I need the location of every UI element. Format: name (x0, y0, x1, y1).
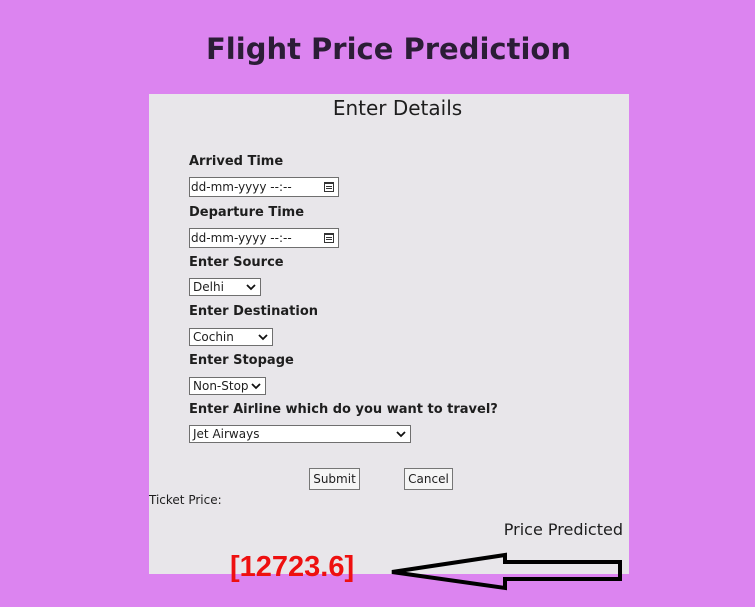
destination-value: Cochin (193, 330, 234, 344)
airline-value: Jet Airways (193, 427, 260, 441)
source-label: Enter Source (189, 255, 284, 270)
departure-time-placeholder: dd-mm-yyyy --:-- (191, 231, 292, 245)
price-predicted-label: Price Predicted (503, 520, 623, 539)
arrived-time-input[interactable]: dd-mm-yyyy --:-- (189, 177, 339, 197)
departure-time-label: Departure Time (189, 205, 305, 220)
chevron-down-icon (251, 383, 261, 390)
stopage-select[interactable]: Non-Stop (189, 377, 266, 395)
chevron-down-icon (246, 284, 256, 291)
airline-label: Enter Airline which do you want to trave… (189, 402, 498, 417)
airline-select[interactable]: Jet Airways (189, 425, 411, 443)
stopage-label: Enter Stopage (189, 353, 294, 368)
chevron-down-icon (396, 431, 406, 438)
cancel-button[interactable]: Cancel (404, 468, 453, 490)
arrow-left-icon (391, 552, 622, 591)
predicted-price-value: [12723.6] (230, 551, 355, 583)
arrived-time-placeholder: dd-mm-yyyy --:-- (191, 180, 292, 194)
ticket-price-label: Ticket Price: (149, 493, 222, 507)
submit-button[interactable]: Submit (309, 468, 360, 490)
page-title: Flight Price Prediction (206, 32, 571, 66)
calendar-icon[interactable] (324, 182, 334, 192)
destination-label: Enter Destination (189, 304, 319, 319)
chevron-down-icon (258, 334, 268, 341)
calendar-icon[interactable] (324, 233, 334, 243)
source-select[interactable]: Delhi (189, 278, 261, 296)
details-card: Enter Details Arrived Time dd-mm-yyyy --… (149, 94, 629, 574)
destination-select[interactable]: Cochin (189, 328, 273, 346)
form-title: Enter Details (332, 96, 463, 120)
stopage-value: Non-Stop (193, 379, 249, 393)
source-value: Delhi (193, 280, 224, 294)
departure-time-input[interactable]: dd-mm-yyyy --:-- (189, 228, 339, 248)
arrived-time-label: Arrived Time (189, 154, 284, 169)
